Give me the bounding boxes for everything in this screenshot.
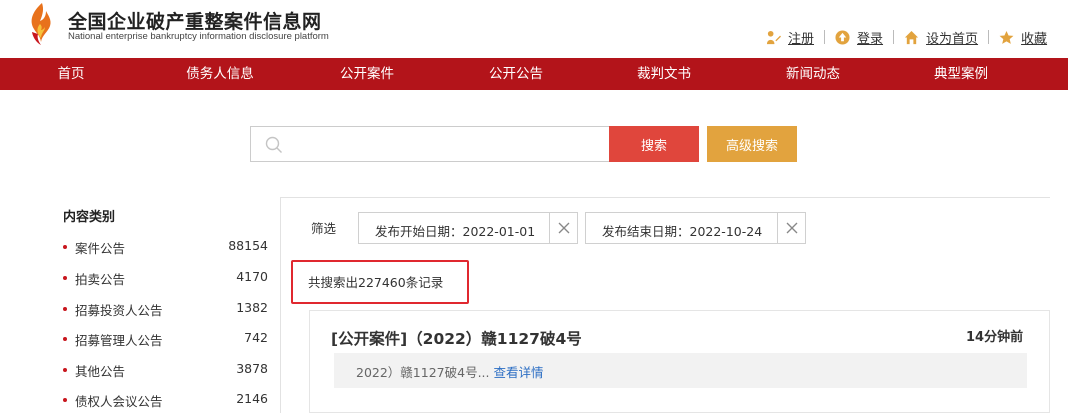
filter-tag-text: 发布开始日期：2022-01-01 bbox=[375, 224, 536, 239]
category-count: 2146 bbox=[236, 391, 268, 406]
remove-filter-button[interactable] bbox=[777, 213, 805, 243]
register-label: 注册 bbox=[788, 31, 815, 47]
set-homepage-link[interactable]: 设为首页 bbox=[904, 28, 978, 47]
category-item-auction-notices[interactable]: 拍卖公告 4170 bbox=[63, 269, 268, 289]
search-button[interactable]: 搜索 bbox=[609, 126, 699, 162]
search-icon bbox=[265, 136, 282, 153]
divider bbox=[988, 30, 990, 44]
divider bbox=[893, 30, 895, 44]
search-input[interactable] bbox=[291, 131, 601, 157]
view-details-link[interactable]: 查看详情 bbox=[493, 365, 543, 380]
filter-tag-text: 发布结束日期：2022-10-24 bbox=[602, 224, 763, 239]
category-label: 债权人会议公告 bbox=[75, 394, 163, 409]
category-item-administrator-recruitment[interactable]: 招募管理人公告 742 bbox=[63, 330, 268, 350]
bullet-icon bbox=[63, 307, 67, 311]
close-icon bbox=[786, 222, 798, 234]
nav-item-debtor-info[interactable]: 债务人信息 bbox=[186, 58, 254, 90]
register-link[interactable]: 注册 bbox=[766, 28, 814, 47]
category-count: 742 bbox=[244, 330, 268, 345]
nav-item-public-cases[interactable]: 公开案件 bbox=[340, 58, 394, 90]
nav-item-judgments[interactable]: 裁判文书 bbox=[637, 58, 691, 90]
result-summary-text: 2022）赣1127破4号... bbox=[356, 365, 490, 380]
main-nav: 首页 债务人信息 公开案件 公开公告 裁判文书 新闻动态 典型案例 bbox=[0, 58, 1068, 90]
category-label: 招募管理人公告 bbox=[75, 333, 163, 348]
category-count: 88154 bbox=[228, 238, 268, 253]
remove-filter-button[interactable] bbox=[549, 213, 577, 243]
bullet-icon bbox=[63, 276, 67, 280]
bullet-icon bbox=[63, 337, 67, 341]
filter-tag-start-date: 发布开始日期：2022-01-01 bbox=[358, 212, 578, 244]
category-label: 拍卖公告 bbox=[75, 272, 126, 287]
category-count: 3878 bbox=[236, 361, 268, 376]
set-homepage-label: 设为首页 bbox=[926, 31, 979, 47]
flame-logo-icon[interactable] bbox=[26, 2, 56, 46]
site-title: 全国企业破产重整案件信息网 bbox=[68, 11, 322, 33]
result-summary: 2022）赣1127破4号... 查看详情 bbox=[334, 353, 1027, 388]
bullet-icon bbox=[63, 245, 67, 249]
category-label: 案件公告 bbox=[75, 241, 126, 256]
category-item-other-notices[interactable]: 其他公告 3878 bbox=[63, 361, 268, 381]
close-icon bbox=[558, 222, 570, 234]
filter-label: 筛选 bbox=[311, 221, 337, 236]
favorite-label: 收藏 bbox=[1021, 31, 1048, 47]
nav-item-home[interactable]: 首页 bbox=[58, 58, 85, 90]
category-item-case-notices[interactable]: 案件公告 88154 bbox=[63, 238, 268, 258]
top-links: 注册 登录 设为首页 收藏 bbox=[766, 27, 1047, 47]
nav-item-public-notices[interactable]: 公开公告 bbox=[489, 58, 543, 90]
result-count-box: 共搜索出227460条记录 bbox=[291, 260, 469, 304]
bullet-icon bbox=[63, 398, 67, 402]
login-link[interactable]: 登录 bbox=[835, 28, 883, 47]
login-icon bbox=[835, 29, 850, 45]
category-label: 其他公告 bbox=[75, 364, 126, 379]
result-count-text: 共搜索出227460条记录 bbox=[308, 275, 444, 290]
category-count: 4170 bbox=[236, 269, 268, 284]
favorite-link[interactable]: 收藏 bbox=[999, 28, 1047, 47]
category-label: 招募投资人公告 bbox=[75, 303, 163, 318]
category-title: 内容类别 bbox=[63, 210, 116, 225]
nav-item-news[interactable]: 新闻动态 bbox=[786, 58, 840, 90]
filter-tag-end-date: 发布结束日期：2022-10-24 bbox=[585, 212, 806, 244]
site-header: 全国企业破产重整案件信息网 National enterprise bankru… bbox=[0, 0, 1068, 58]
star-icon bbox=[999, 30, 1014, 44]
register-icon bbox=[766, 30, 781, 44]
bullet-icon bbox=[63, 368, 67, 372]
nav-item-typical-cases[interactable]: 典型案例 bbox=[934, 58, 988, 90]
category-count: 1382 bbox=[236, 300, 268, 315]
home-icon bbox=[904, 30, 919, 44]
divider bbox=[824, 30, 826, 44]
login-label: 登录 bbox=[857, 31, 884, 47]
category-item-creditor-meeting[interactable]: 债权人会议公告 2146 bbox=[63, 391, 268, 411]
advanced-search-button[interactable]: 高级搜索 bbox=[707, 126, 797, 162]
site-subtitle: National enterprise bankruptcy informati… bbox=[68, 31, 329, 42]
result-time: 14分钟前 bbox=[966, 330, 1024, 345]
search-box bbox=[250, 126, 610, 162]
category-item-investor-recruitment[interactable]: 招募投资人公告 1382 bbox=[63, 300, 268, 320]
result-title[interactable]: [公开案件]（2022）赣1127破4号 bbox=[331, 327, 582, 349]
